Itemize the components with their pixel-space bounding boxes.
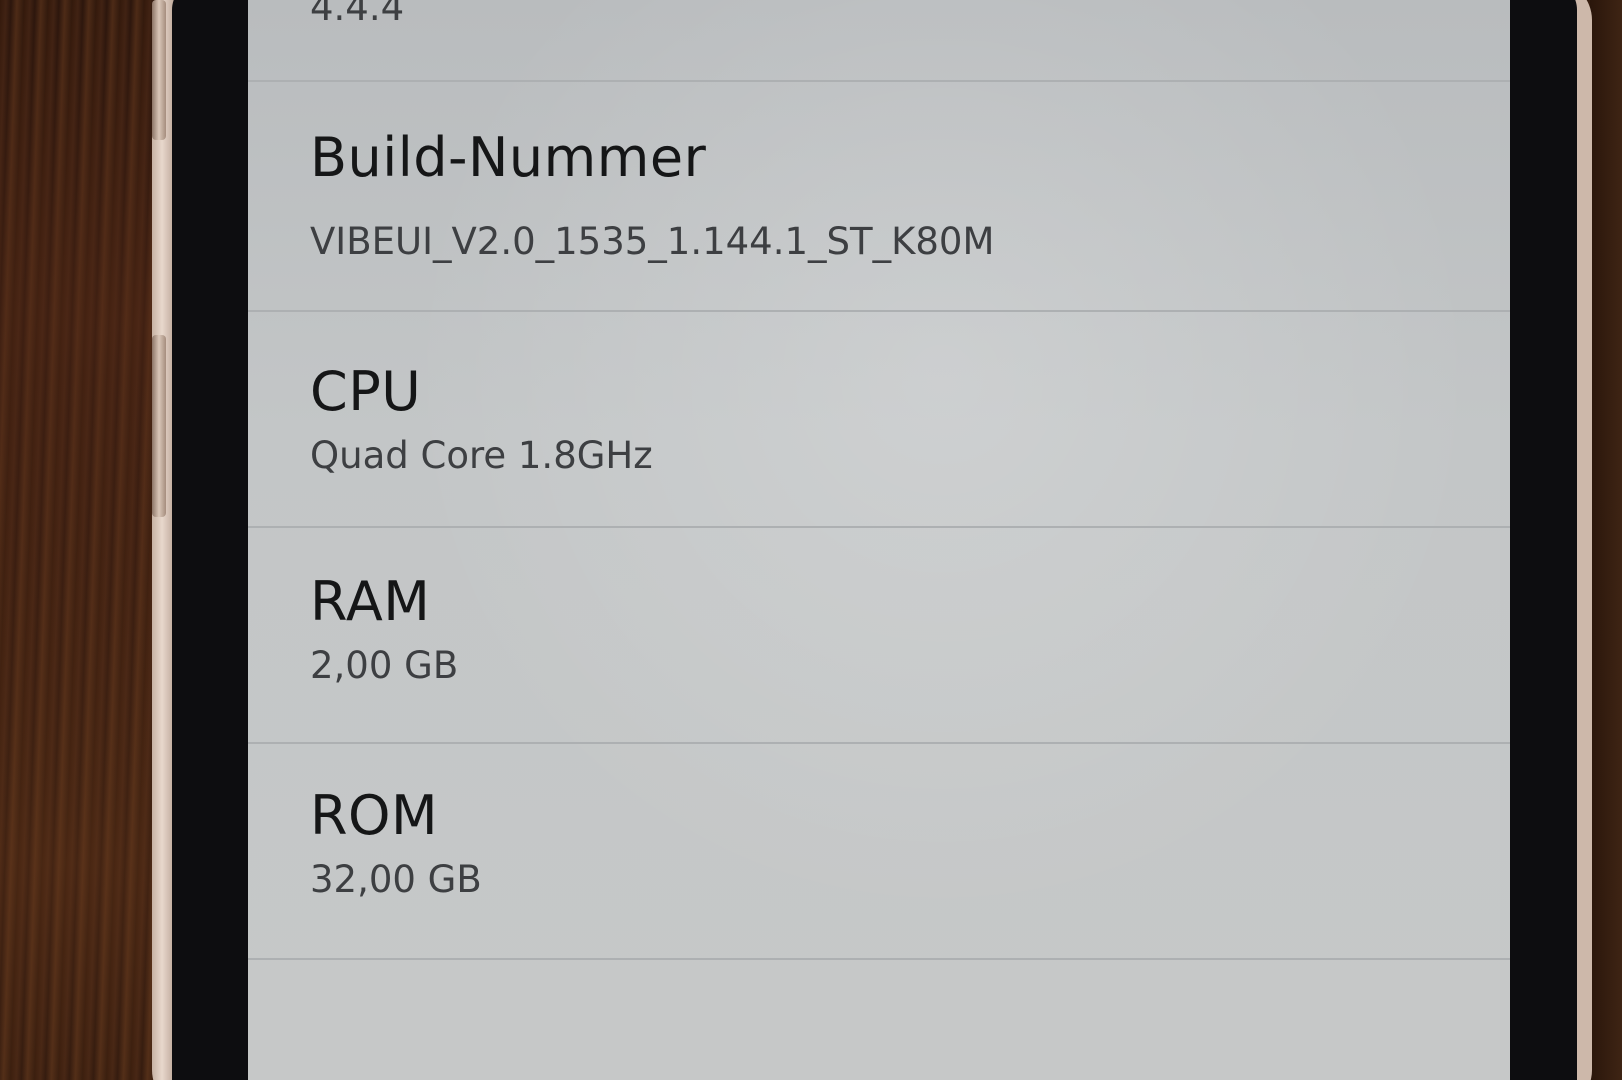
build-number-label: Build-Nummer xyxy=(310,126,707,189)
phone-volume-button xyxy=(152,335,166,517)
build-number-value: VIBEUI_V2.0_1535_1.144.1_ST_K80M xyxy=(310,220,995,263)
setting-row-ram[interactable]: RAM 2,00 GB xyxy=(248,528,1510,744)
ram-value: 2,00 GB xyxy=(310,644,459,687)
setting-row-rom[interactable]: ROM 32,00 GB xyxy=(248,744,1510,960)
cpu-label: CPU xyxy=(310,360,422,423)
setting-row-android-version[interactable]: 4.4.4 xyxy=(248,0,1510,82)
phone-screen: 4.4.4 Build-Nummer VIBEUI_V2.0_1535_1.14… xyxy=(248,0,1510,1080)
setting-row-build-number[interactable]: Build-Nummer VIBEUI_V2.0_1535_1.144.1_ST… xyxy=(248,80,1510,312)
cpu-value: Quad Core 1.8GHz xyxy=(310,434,653,477)
setting-row-cpu[interactable]: CPU Quad Core 1.8GHz xyxy=(248,312,1510,528)
phone-side-button-top xyxy=(152,0,166,140)
photo-scene: 4.4.4 Build-Nummer VIBEUI_V2.0_1535_1.14… xyxy=(0,0,1622,1080)
rom-label: ROM xyxy=(310,784,439,847)
rom-value: 32,00 GB xyxy=(310,858,482,901)
android-version-value: 4.4.4 xyxy=(310,0,405,29)
ram-label: RAM xyxy=(310,570,431,633)
wooden-table-edge xyxy=(1590,0,1622,1080)
